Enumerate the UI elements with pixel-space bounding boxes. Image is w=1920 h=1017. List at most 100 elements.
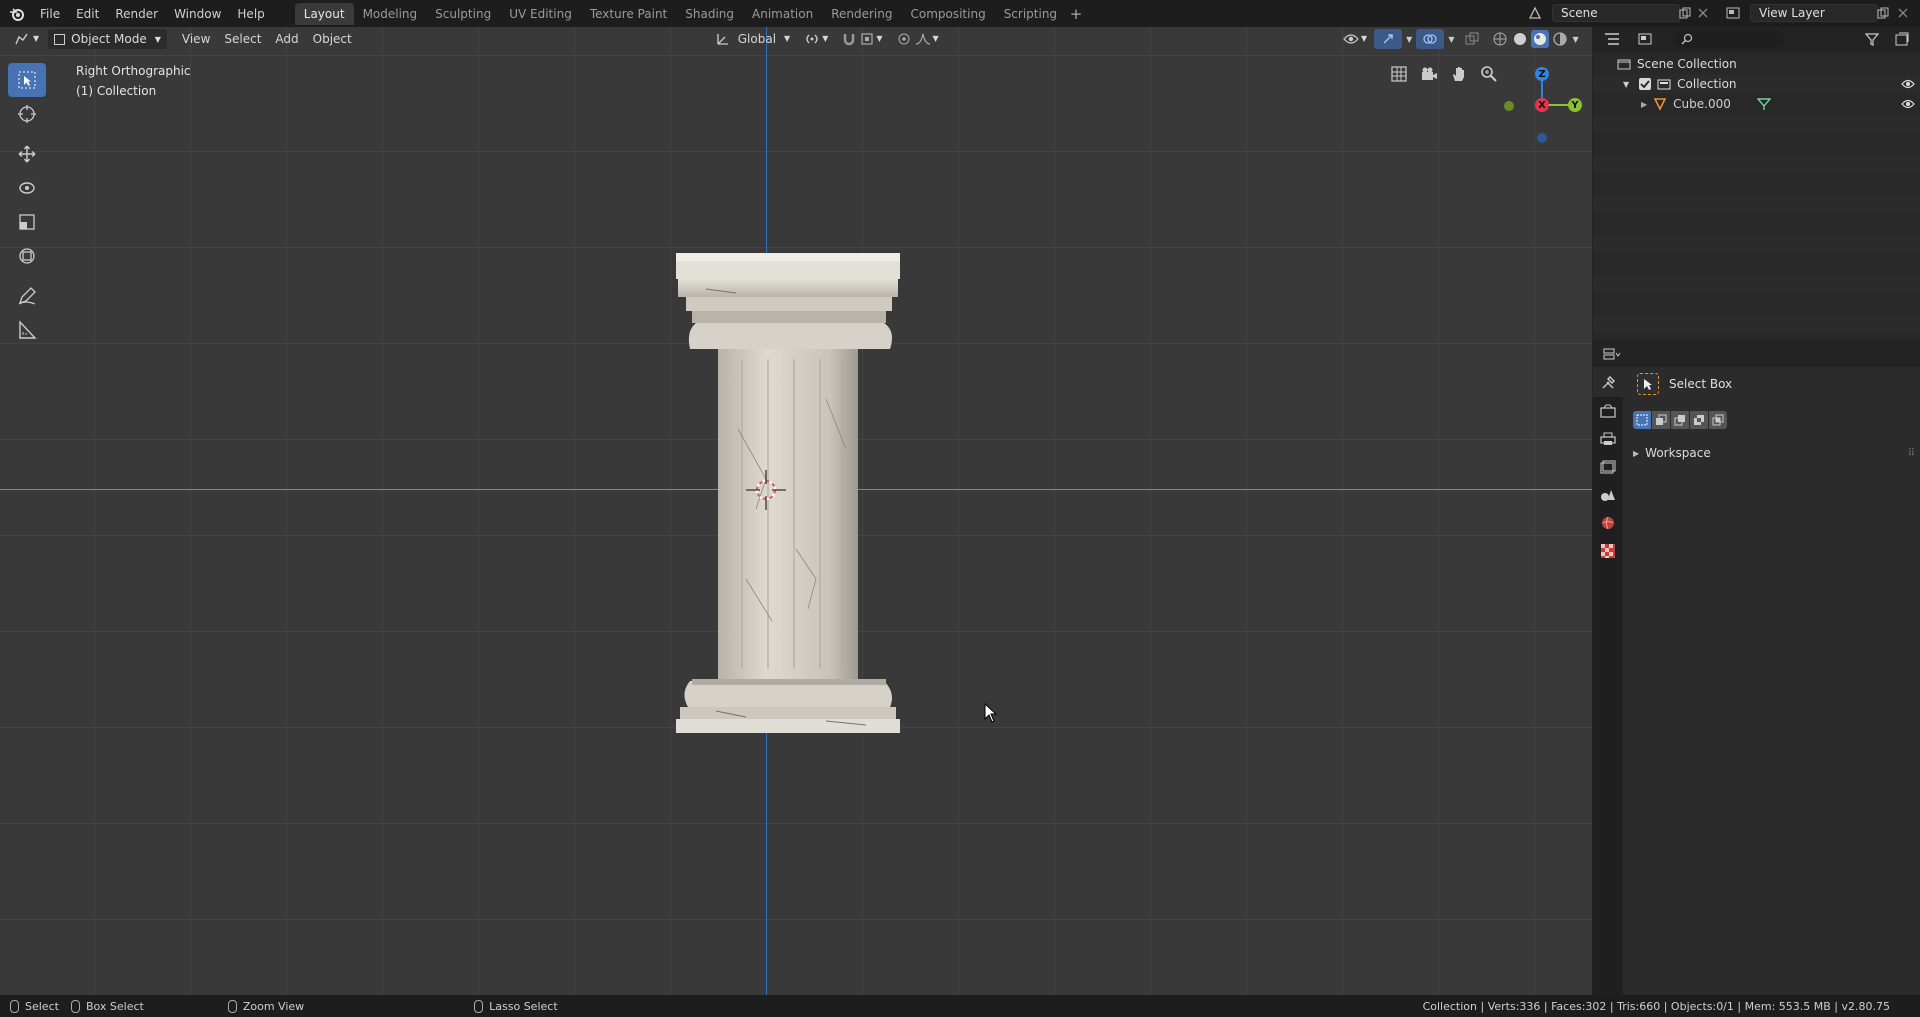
tab-tool[interactable] <box>1593 369 1623 397</box>
add-workspace-button[interactable]: + <box>1066 5 1086 23</box>
annotate-tool[interactable] <box>8 279 46 313</box>
xray-toggle[interactable] <box>1458 29 1486 49</box>
chevron-down-icon: ▼ <box>1361 34 1368 43</box>
measure-tool[interactable] <box>8 313 46 347</box>
eye-icon[interactable] <box>1901 79 1915 89</box>
gizmo-neg-y-axis[interactable] <box>1504 101 1514 111</box>
wireframe-shading-icon[interactable] <box>1492 31 1508 47</box>
outliner-editor-type-icon[interactable] <box>1603 30 1621 48</box>
chevron-down-icon[interactable]: ▼ <box>1572 35 1578 44</box>
scene-icon[interactable] <box>1526 4 1544 22</box>
material-preview-icon[interactable] <box>1531 30 1550 48</box>
outliner-row-collection[interactable]: ▼ Collection <box>1593 74 1920 94</box>
tab-scripting[interactable]: Scripting <box>995 3 1066 25</box>
tab-modeling[interactable]: Modeling <box>354 3 427 25</box>
menu-object[interactable]: Object <box>306 29 359 49</box>
view-layer-selector[interactable]: View Layer <box>1750 4 1878 22</box>
tab-sculpting[interactable]: Sculpting <box>426 3 500 25</box>
gizmo-z-axis[interactable]: Z <box>1535 67 1549 81</box>
tab-rendering[interactable]: Rendering <box>822 3 901 25</box>
filter-icon[interactable] <box>1863 30 1881 48</box>
select-box-tool[interactable] <box>8 63 46 97</box>
zoom-view-button[interactable] <box>1476 61 1502 87</box>
scene-selector[interactable]: Scene <box>1552 4 1680 22</box>
menu-view[interactable]: View <box>175 29 217 49</box>
outliner-row-cube[interactable]: ▶ Cube.000 <box>1593 94 1920 114</box>
proportional-editing-toggle[interactable]: ▼ <box>890 29 946 49</box>
new-scene-icon[interactable] <box>1676 4 1694 22</box>
scale-tool[interactable] <box>8 205 46 239</box>
navigation-gizmo[interactable]: Z X Y <box>1496 55 1586 145</box>
3d-viewport[interactable]: ▼ Object Mode ▼ View Select Add Object G… <box>0 27 1592 995</box>
expand-arrow-icon[interactable]: ▼ <box>1623 80 1629 89</box>
eye-icon[interactable] <box>1901 99 1915 109</box>
mode-new-selection-icon[interactable] <box>1633 411 1651 429</box>
delete-view-layer-icon[interactable] <box>1894 4 1912 22</box>
move-tool[interactable] <box>8 137 46 171</box>
menu-file[interactable]: File <box>32 4 68 24</box>
outliner-search-input[interactable] <box>1673 30 1785 48</box>
tab-uv-editing[interactable]: UV Editing <box>500 3 581 25</box>
mode-extend-selection-icon[interactable] <box>1652 411 1670 429</box>
3d-cursor-icon[interactable] <box>746 470 786 510</box>
tab-texture[interactable] <box>1593 537 1623 565</box>
solid-shading-icon[interactable] <box>1512 31 1528 47</box>
chevron-down-icon[interactable]: ▼ <box>1406 35 1412 44</box>
blender-logo-icon[interactable] <box>8 5 26 23</box>
tab-animation[interactable]: Animation <box>743 3 822 25</box>
mode-intersect-selection-icon[interactable] <box>1709 411 1727 429</box>
menu-window[interactable]: Window <box>166 4 229 24</box>
tab-layout[interactable]: Layout <box>294 2 354 25</box>
scale-icon <box>19 214 35 230</box>
gizmo-x-axis[interactable]: X <box>1535 98 1549 112</box>
toggle-camera-view-button[interactable] <box>1386 61 1412 87</box>
editor-type-button[interactable]: ▼ <box>8 29 46 49</box>
expand-arrow-icon[interactable]: ▶ <box>1641 100 1647 109</box>
snap-toggle[interactable]: ▼ <box>835 29 889 49</box>
object-mode-dropdown[interactable]: Object Mode ▼ <box>48 29 167 49</box>
rendered-shading-icon[interactable] <box>1552 31 1568 47</box>
gizmo-y-axis[interactable]: Y <box>1568 98 1582 112</box>
menu-render[interactable]: Render <box>107 4 166 24</box>
delete-scene-icon[interactable] <box>1694 4 1712 22</box>
transform-orientation-dropdown[interactable]: Global ▼ <box>709 29 797 49</box>
menu-add[interactable]: Add <box>268 29 305 49</box>
tab-compositing[interactable]: Compositing <box>901 3 994 25</box>
exclude-checkbox[interactable] <box>1639 78 1652 90</box>
outliner-row-scene-collection[interactable]: Scene Collection <box>1593 54 1920 74</box>
pan-view-button[interactable] <box>1446 61 1472 87</box>
status-select: Select <box>10 999 59 1013</box>
drag-handle-icon[interactable]: ⠿ <box>1908 448 1915 459</box>
mode-invert-selection-icon[interactable] <box>1690 411 1708 429</box>
camera-view-button[interactable] <box>1416 61 1442 87</box>
chevron-down-icon: ▼ <box>932 34 939 43</box>
tab-scene[interactable] <box>1593 481 1623 509</box>
gizmo-neg-z-axis[interactable] <box>1537 133 1547 143</box>
menu-help[interactable]: Help <box>229 4 272 24</box>
properties-editor-type-icon[interactable] <box>1603 345 1621 363</box>
pivot-point-dropdown[interactable]: ▼ <box>797 29 835 49</box>
visibility-dropdown[interactable]: ▼ <box>1336 29 1374 49</box>
tab-shading[interactable]: Shading <box>676 3 743 25</box>
menu-edit[interactable]: Edit <box>68 4 107 24</box>
mode-subtract-selection-icon[interactable] <box>1671 411 1689 429</box>
new-view-layer-icon[interactable] <box>1874 4 1892 22</box>
rotate-tool[interactable] <box>8 171 46 205</box>
marble-column-object[interactable] <box>676 249 900 733</box>
menu-select[interactable]: Select <box>217 29 268 49</box>
tab-render[interactable] <box>1593 397 1623 425</box>
new-collection-icon[interactable] <box>1893 30 1911 48</box>
tab-view-layer[interactable] <box>1593 453 1623 481</box>
cursor-tool[interactable] <box>8 97 46 131</box>
transform-tool[interactable] <box>8 239 46 273</box>
display-mode-icon[interactable] <box>1637 30 1655 48</box>
tab-world[interactable] <box>1593 509 1623 537</box>
gizmo-toggle[interactable] <box>1374 29 1403 49</box>
overlays-toggle[interactable] <box>1416 29 1445 49</box>
workspace-panel-header[interactable]: ▶ Workspace ⠿ <box>1629 443 1915 463</box>
chevron-down-icon[interactable]: ▼ <box>1448 35 1454 44</box>
tab-output[interactable] <box>1593 425 1623 453</box>
properties-panel: Select Box ▶ Workspace ⠿ <box>1593 341 1920 995</box>
tab-texture-paint[interactable]: Texture Paint <box>581 3 676 25</box>
view-layer-icon[interactable] <box>1724 4 1742 22</box>
